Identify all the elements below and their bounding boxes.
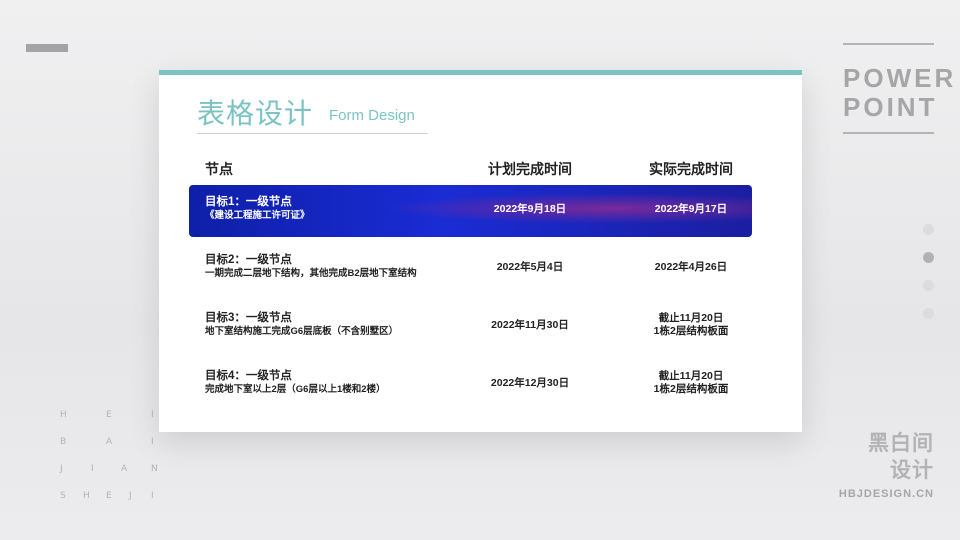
- table-row[interactable]: 目标4：一级节点 完成地下室以上2层（G6层以上1楼和2楼） 2022年12月3…: [189, 359, 752, 411]
- decorative-bar: [26, 44, 68, 52]
- row-actual-date: 截止11月20日 1栋2层结构板面: [653, 370, 729, 395]
- page-subtitle: Form Design: [329, 107, 415, 124]
- row-actual-date: 2022年9月17日: [654, 203, 728, 215]
- card-accent-bar: [159, 70, 802, 75]
- brand-cn-line2: 设计: [890, 459, 934, 482]
- letters-row-sheji: S H E J I: [60, 491, 154, 501]
- row-plan-date: 2022年12月30日: [490, 377, 570, 389]
- header-plan-time: 计划完成时间: [488, 161, 572, 177]
- page-dot-2[interactable]: [923, 252, 934, 263]
- page-dot-4[interactable]: [923, 308, 934, 319]
- letters-row-hei: H E I: [60, 410, 154, 420]
- brand-site: HBJDESIGN.CN: [838, 488, 934, 500]
- row-node-cell: 目标2：一级节点 一期完成二层地下结构，其他完成B2层地下室结构: [205, 254, 417, 280]
- point-text: POINT: [843, 92, 938, 122]
- page-dot-1[interactable]: [923, 224, 934, 235]
- row-title: 目标2：一级节点: [205, 254, 292, 266]
- row-node-cell: 目标3：一级节点 地下室结构施工完成G6层底板（不含别墅区）: [205, 312, 398, 338]
- divider-top: [843, 43, 934, 45]
- brand-cn-line1: 黑白间: [868, 432, 934, 455]
- page-title: 表格设计: [197, 97, 314, 130]
- row-plan-date: 2022年5月4日: [496, 261, 564, 273]
- letters-row-bai: B A I: [60, 437, 154, 447]
- row-desc: 完成地下室以上2层（G6层以上1楼和2楼）: [205, 384, 386, 395]
- table-row[interactable]: 目标2：一级节点 一期完成二层地下结构，其他完成B2层地下室结构 2022年5月…: [189, 243, 752, 295]
- title-underline: [197, 133, 428, 134]
- row-title: 目标3：一级节点: [205, 312, 292, 324]
- row-desc: 一期完成二层地下结构，其他完成B2层地下室结构: [205, 268, 417, 279]
- row-desc: 地下室结构施工完成G6层底板（不含别墅区）: [205, 326, 399, 337]
- table-row[interactable]: 目标3：一级节点 地下室结构施工完成G6层底板（不含别墅区） 2022年11月3…: [189, 301, 752, 353]
- vertical-letters: H E I B A I J I A N S H E J I: [26, 410, 158, 518]
- row-actual-date: 2022年4月26日: [654, 261, 728, 273]
- header-actual-time: 实际完成时间: [649, 161, 733, 177]
- divider-bottom: [843, 132, 934, 134]
- brand-chinese: 黑白间 设计: [868, 430, 934, 484]
- row-node-cell: 目标1：一级节点 《建设工程施工许可证》: [205, 196, 310, 222]
- row-plan-date: 2022年9月18日: [493, 203, 567, 215]
- row-actual-date: 截止11月20日 1栋2层结构板面: [653, 312, 729, 337]
- row-desc: 《建设工程施工许可证》: [205, 210, 310, 221]
- table-row[interactable]: 目标1：一级节点 《建设工程施工许可证》 2022年9月18日 2022年9月1…: [189, 185, 752, 237]
- header-node: 节点: [205, 161, 233, 177]
- letters-row-jian: J I A N: [60, 464, 158, 474]
- row-title: 目标4：一级节点: [205, 370, 292, 382]
- row-plan-date: 2022年11月30日: [491, 319, 569, 331]
- page-dots: [923, 224, 934, 336]
- page-dot-3[interactable]: [923, 280, 934, 291]
- row-title: 目标1：一级节点: [205, 196, 292, 208]
- power-text: POWER: [843, 63, 957, 93]
- row-node-cell: 目标4：一级节点 完成地下室以上2层（G6层以上1楼和2楼）: [205, 370, 386, 396]
- table-card: 表格设计 Form Design 节点 计划完成时间 实际完成时间 目标1：一级…: [159, 70, 802, 432]
